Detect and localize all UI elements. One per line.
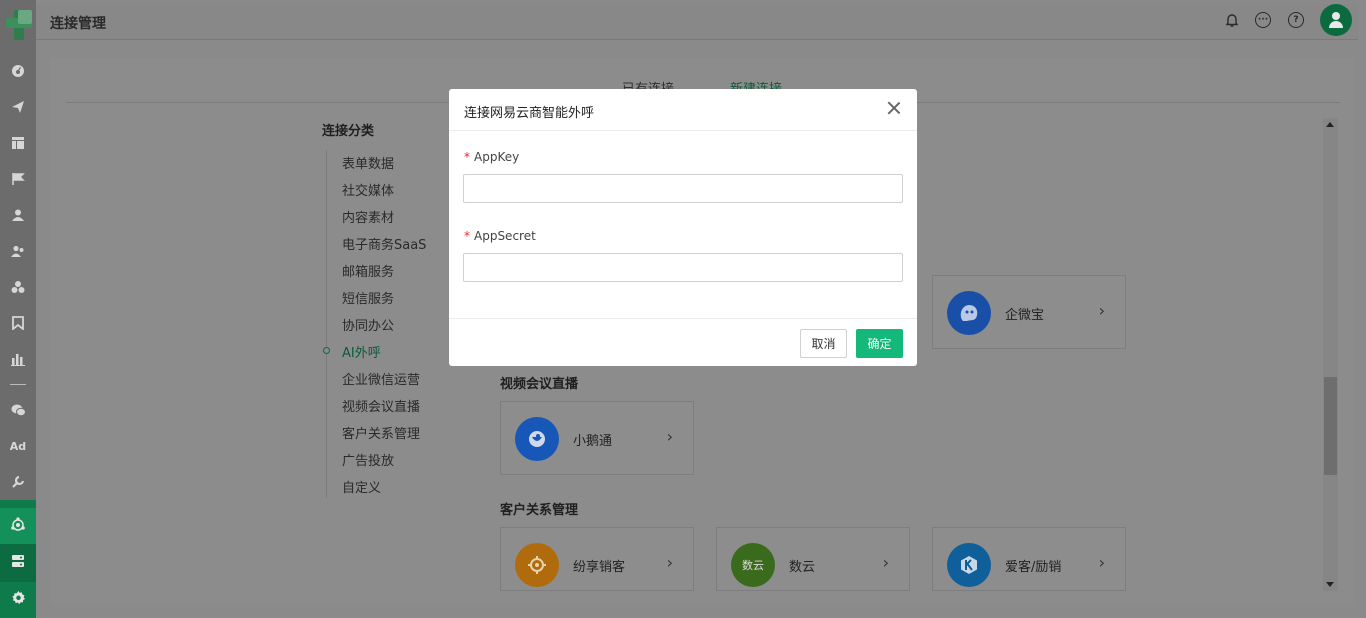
category-item-forms[interactable]: 表单数据 — [342, 153, 394, 172]
xiaoetong-logo-icon — [515, 417, 559, 461]
cancel-button[interactable]: 取消 — [800, 329, 847, 358]
appkey-input[interactable] — [463, 174, 903, 203]
connector-name: 数云 — [789, 560, 816, 575]
connector-name: 纷享销客 — [573, 560, 626, 575]
category-item-wecom[interactable]: 企业微信运营 — [342, 369, 420, 388]
bell-icon[interactable] — [1224, 12, 1240, 28]
connector-card-shuyun[interactable]: 数云 数云 › — [716, 527, 910, 591]
content-scrollbar[interactable] — [1323, 118, 1338, 591]
chevron-right-icon: › — [666, 427, 673, 446]
category-item-custom[interactable]: 自定义 — [342, 477, 381, 496]
qiweibao-logo-icon — [947, 291, 991, 335]
confirm-button[interactable]: 确定 — [856, 329, 903, 358]
category-active-dot — [323, 347, 330, 354]
section-title-crm: 客户关系管理 — [500, 503, 579, 518]
connector-name: 小鹅通 — [573, 434, 613, 449]
integration-icon[interactable] — [9, 516, 27, 534]
category-item-email[interactable]: 邮箱服务 — [342, 261, 394, 280]
scroll-up-icon[interactable] — [1326, 122, 1334, 127]
category-item-ai-call[interactable]: AI外呼 — [342, 342, 381, 361]
chevron-right-icon: › — [666, 553, 673, 572]
category-item-crm[interactable]: 客户关系管理 — [342, 423, 420, 442]
wrench-icon[interactable] — [9, 473, 27, 491]
connector-card-xiaoetong[interactable]: 小鹅通 › — [500, 401, 694, 475]
chevron-right-icon: › — [1098, 553, 1105, 572]
required-mark: * — [464, 150, 470, 164]
category-item-content[interactable]: 内容素材 — [342, 207, 394, 226]
sidebar: Ad — [0, 0, 36, 618]
section-title-video-live: 视频会议直播 — [500, 377, 579, 392]
nav-divider — [10, 384, 26, 385]
fenxiang-logo-icon — [515, 543, 559, 587]
help-icon[interactable]: ? — [1288, 12, 1304, 28]
category-item-sms[interactable]: 短信服务 — [342, 288, 394, 307]
required-mark: * — [464, 229, 470, 243]
server-icon[interactable] — [9, 552, 27, 570]
page-title: 连接管理 — [50, 16, 106, 32]
settings-gear-icon[interactable] — [9, 588, 27, 606]
category-title: 连接分类 — [322, 124, 375, 139]
appkey-label: * AppKey — [464, 150, 520, 164]
connector-card-aike[interactable]: 爱客/励销 › — [932, 527, 1126, 591]
dialog-header: 连接网易云商智能外呼 — [449, 89, 917, 131]
connect-dialog: 连接网易云商智能外呼 * AppKey * AppSecret 取消 确定 — [449, 89, 917, 366]
dialog-title: 连接网易云商智能外呼 — [464, 106, 595, 121]
user-group-icon[interactable] — [9, 242, 27, 260]
bookmark-icon[interactable] — [9, 314, 27, 332]
scrollbar-thumb[interactable] — [1324, 377, 1337, 475]
category-item-ecommerce[interactable]: 电子商务SaaS — [342, 234, 426, 253]
connector-name: 爱客/励销 — [1005, 560, 1062, 575]
ad-icon[interactable]: Ad — [9, 437, 27, 455]
category-timeline — [326, 150, 327, 498]
app-logo — [4, 4, 34, 44]
scroll-down-icon[interactable] — [1326, 582, 1334, 587]
wechat-icon[interactable] — [9, 401, 27, 419]
chevron-right-icon: › — [882, 553, 889, 572]
top-header: 连接管理 ··· ? — [36, 4, 1358, 40]
aike-logo-icon — [947, 543, 991, 587]
shuyun-logo-icon: 数云 — [731, 543, 775, 587]
close-icon[interactable] — [887, 101, 901, 115]
connector-card-fenxiang[interactable]: 纷享销客 › — [500, 527, 694, 591]
layout-icon[interactable] — [9, 134, 27, 152]
category-item-social-media[interactable]: 社交媒体 — [342, 180, 394, 199]
user-icon[interactable] — [9, 206, 27, 224]
bar-chart-icon[interactable] — [9, 350, 27, 368]
dashboard-icon[interactable] — [9, 62, 27, 80]
flag-icon[interactable] — [9, 170, 27, 188]
user-avatar[interactable] — [1320, 4, 1352, 36]
category-item-ads[interactable]: 广告投放 — [342, 450, 394, 469]
dialog-footer: 取消 确定 — [449, 318, 917, 366]
appsecret-label: * AppSecret — [464, 229, 536, 243]
segments-icon[interactable] — [9, 278, 27, 296]
connector-card-qiweibao[interactable]: 企微宝 › — [932, 275, 1126, 349]
category-item-collaboration[interactable]: 协同办公 — [342, 315, 394, 334]
send-icon[interactable] — [9, 98, 27, 116]
category-item-video-live[interactable]: 视频会议直播 — [342, 396, 420, 415]
connector-name: 企微宝 — [1005, 308, 1045, 323]
message-icon[interactable]: ··· — [1255, 12, 1271, 28]
appsecret-input[interactable] — [463, 253, 903, 282]
chevron-right-icon: › — [1098, 301, 1105, 320]
